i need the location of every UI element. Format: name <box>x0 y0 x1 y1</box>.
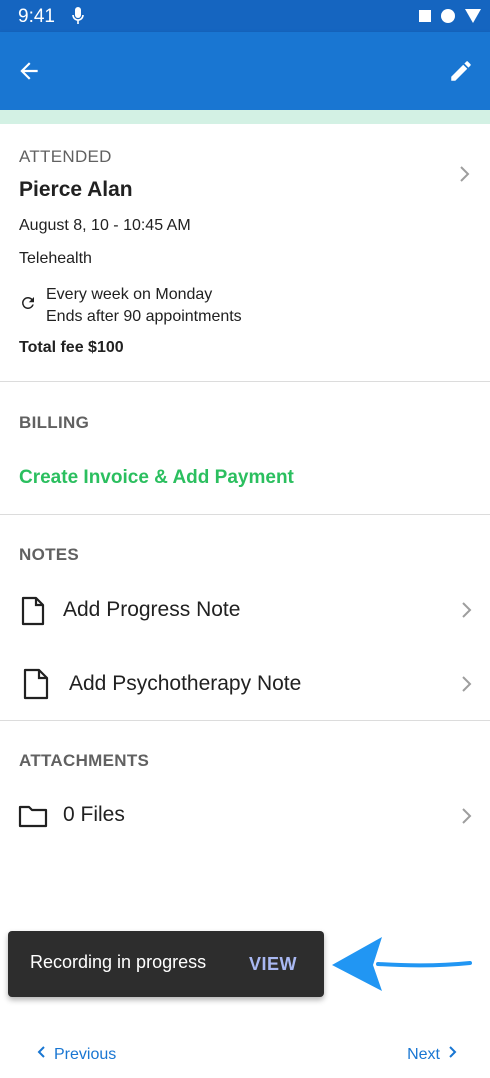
previous-button[interactable]: Previous <box>36 1045 116 1064</box>
client-name: Pierce Alan <box>19 178 133 201</box>
snackbar-message: Recording in progress <box>30 952 207 972</box>
status-icons <box>418 8 482 29</box>
divider <box>0 720 490 721</box>
document-icon <box>22 668 50 705</box>
recurrence-text: Every week on Monday Ends after 90 appoi… <box>46 284 242 328</box>
chevron-right-icon <box>459 675 473 698</box>
attachments-title: ATTACHMENTS <box>19 751 150 770</box>
recording-snackbar: Recording in progress VIEW <box>8 931 324 997</box>
pencil-icon[interactable] <box>448 58 474 89</box>
previous-label: Previous <box>54 1045 117 1063</box>
mic-icon <box>72 7 84 30</box>
next-label: Next <box>407 1045 440 1063</box>
chevron-right-icon[interactable] <box>457 165 471 188</box>
notes-title: NOTES <box>19 545 80 564</box>
recurrence-line-1: Every week on Monday <box>46 286 213 303</box>
appointment-status: ATTENDED <box>19 147 112 166</box>
chevron-left-icon <box>36 1045 46 1064</box>
chevron-right-icon <box>459 601 473 624</box>
status-bar: 9:41 <box>0 0 490 32</box>
divider <box>0 381 490 382</box>
next-button[interactable]: Next <box>407 1045 458 1064</box>
add-psychotherapy-note-row[interactable]: Add Psychotherapy Note <box>0 653 490 713</box>
document-icon <box>20 596 46 631</box>
add-progress-note-row[interactable]: Add Progress Note <box>0 580 490 640</box>
note-label: Add Psychotherapy Note <box>69 672 302 695</box>
folder-icon <box>18 804 48 833</box>
files-count: 0 Files <box>63 803 125 826</box>
status-strip <box>0 110 490 124</box>
create-invoice-link[interactable]: Create Invoice & Add Payment <box>19 467 294 489</box>
chevron-right-icon <box>459 807 473 830</box>
annotation-arrow-icon <box>330 935 475 1000</box>
total-fee: Total fee $100 <box>19 339 124 356</box>
square-icon <box>418 9 432 28</box>
billing-title: BILLING <box>19 413 90 432</box>
note-label: Add Progress Note <box>63 598 241 621</box>
repeat-icon <box>19 294 37 317</box>
chevron-right-icon <box>448 1045 458 1064</box>
divider <box>0 514 490 515</box>
view-button[interactable]: VIEW <box>249 954 297 975</box>
arrow-left-icon[interactable] <box>16 58 42 89</box>
recurrence-line-2: Ends after 90 appointments <box>46 308 242 325</box>
circle-icon <box>440 8 456 29</box>
appointment-location: Telehealth <box>19 250 92 267</box>
appointment-date: August 8, 10 - 10:45 AM <box>19 217 191 234</box>
triangle-icon <box>464 8 482 29</box>
status-time: 9:41 <box>18 6 55 27</box>
app-bar <box>0 32 490 110</box>
